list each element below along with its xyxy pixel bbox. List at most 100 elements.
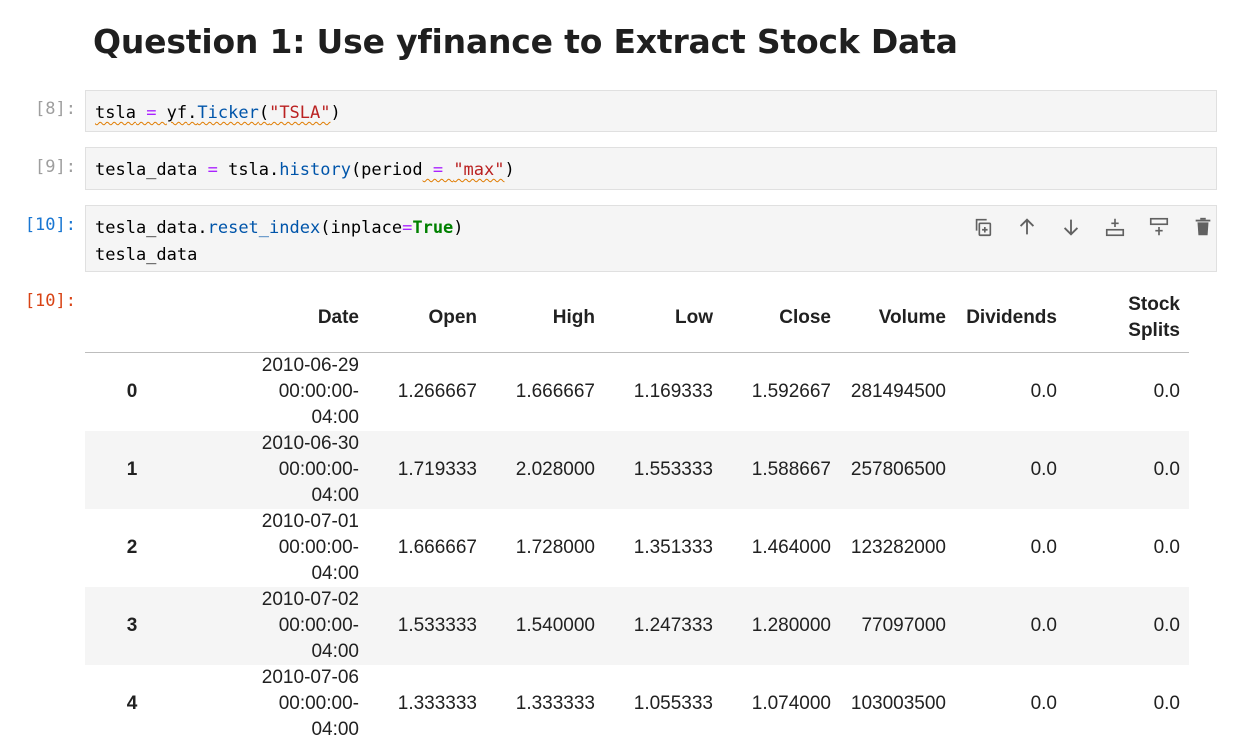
date-cell: 2010-07-02 00:00:00- 04:00 [179,587,368,665]
trash-icon [1195,217,1211,236]
section-heading: Question 1: Use yfinance to Extract Stoc… [93,22,958,61]
code-token: . [269,160,280,180]
table-cell: 1.280000 [751,615,831,636]
code-token: . [187,103,198,123]
date-cell: 2010-06-29 00:00:00- 04:00 [179,353,368,432]
date-text: 04:00 [311,719,359,740]
code-token: True [412,218,454,238]
table-cell: 1.533333 [397,615,477,636]
header-text: Splits [1128,319,1180,341]
table-cell: 0.0 [1153,615,1180,636]
column-header: Close [722,283,840,353]
table-row: 3 2010-07-02 00:00:00- 04:00 1.533333 1.5… [85,587,1189,665]
dataframe-table: Date Open High Low Close Volume Dividend… [85,283,1189,743]
header-text: Stock [1128,293,1180,315]
date-text: 2010-07-02 00:00:00- [261,589,359,636]
code-token: history [279,160,351,180]
date-cell: 2010-07-01 00:00:00- 04:00 [179,509,368,587]
row-index: 1 [126,459,138,480]
code-token: (inplace [320,218,403,238]
table-cell: 1.074000 [751,693,831,714]
insert-below-button[interactable] [1144,212,1174,242]
table-row: 4 2010-07-06 00:00:00- 04:00 1.333333 1.3… [85,665,1189,743]
table-cell: 1.266667 [397,381,477,402]
duplicate-cell-button[interactable] [968,212,998,242]
table-header-row: Date Open High Low Close Volume Dividend… [85,283,1189,353]
code-token: tesla_data [95,245,198,265]
column-header: Dividends [955,283,1066,353]
table-cell: 1.169333 [633,381,713,402]
code-token: = [197,160,229,180]
cell-toolbar [968,212,1218,242]
move-down-button[interactable] [1056,212,1086,242]
date-text: 2010-07-01 00:00:00- [261,511,359,558]
code-token: ) [504,160,515,180]
table-cell: 1.592667 [751,381,831,402]
arrow-up-icon [1019,218,1035,235]
table-cell: 1.728000 [515,537,595,558]
table-cell: 1.247333 [633,615,713,636]
date-text: 04:00 [311,563,359,584]
cell-prompt-8: [8]: [35,99,76,119]
table-cell: 1.540000 [515,615,595,636]
table-cell: 1.333333 [397,693,477,714]
table-cell: 1.719333 [397,459,477,480]
code-token: ) [330,103,341,123]
duplicate-icon [975,218,992,237]
table-cell: 1.464000 [751,537,831,558]
table-cell: 103003500 [850,693,946,714]
move-up-button[interactable] [1012,212,1042,242]
table-cell: 257806500 [850,459,946,480]
code-token: "TSLA" [269,103,331,123]
code-token: tsla [95,103,136,123]
table-cell: 0.0 [1030,615,1057,636]
table-cell: 1.588667 [751,459,831,480]
delete-cell-button[interactable] [1188,212,1218,242]
table-cell: 1.351333 [633,537,713,558]
code-cell-9[interactable]: tesla_data = tsla.history(period = "max"… [85,147,1217,190]
table-cell: 0.0 [1030,537,1057,558]
row-index: 0 [126,381,138,402]
date-text: 04:00 [311,641,359,662]
column-header: High [486,283,604,353]
cell-prompt-9: [9]: [35,157,76,177]
code-token: ( [258,103,270,123]
table-cell: 0.0 [1030,381,1057,402]
code-token: (period [350,160,423,180]
code-token: "max" [453,160,505,180]
code-token: Ticker [197,103,259,123]
table-cell: 0.0 [1153,381,1180,402]
arrow-down-icon [1063,219,1079,236]
date-text: 04:00 [311,485,359,506]
table-cell: 0.0 [1030,693,1057,714]
index-header [85,283,179,353]
row-index: 4 [126,693,138,714]
date-text: 2010-06-29 00:00:00- [261,355,359,402]
cell-prompt-10: [10]: [24,215,76,235]
table-cell: 281494500 [850,381,946,402]
table-row: 2 2010-07-01 00:00:00- 04:00 1.666667 1.7… [85,509,1189,587]
row-index: 3 [126,615,138,636]
code-token: reset_index [207,218,321,238]
insert-above-button[interactable] [1100,212,1130,242]
row-index: 2 [126,537,138,558]
code-token: yf [166,103,188,123]
column-header: Volume [840,283,955,353]
table-cell: 1.333333 [515,693,595,714]
table-cell: 123282000 [850,537,946,558]
code-token: = [422,160,454,180]
date-cell: 2010-07-06 00:00:00- 04:00 [179,665,368,743]
date-text: 2010-06-30 00:00:00- [261,433,359,480]
table-row: 1 2010-06-30 00:00:00- 04:00 1.719333 2.0… [85,431,1189,509]
table-cell: 1.553333 [633,459,713,480]
column-header: Low [604,283,722,353]
column-header: Date [179,283,368,353]
table-cell: 2.028000 [515,459,595,480]
date-text: 04:00 [311,407,359,428]
code-token: . [197,218,208,238]
code-token: ) [453,218,464,238]
table-cell: 77097000 [861,615,946,636]
code-cell-8[interactable]: tsla = yf.Ticker("TSLA") [85,90,1217,132]
table-cell: 1.666667 [397,537,477,558]
code-token: = [135,103,167,123]
